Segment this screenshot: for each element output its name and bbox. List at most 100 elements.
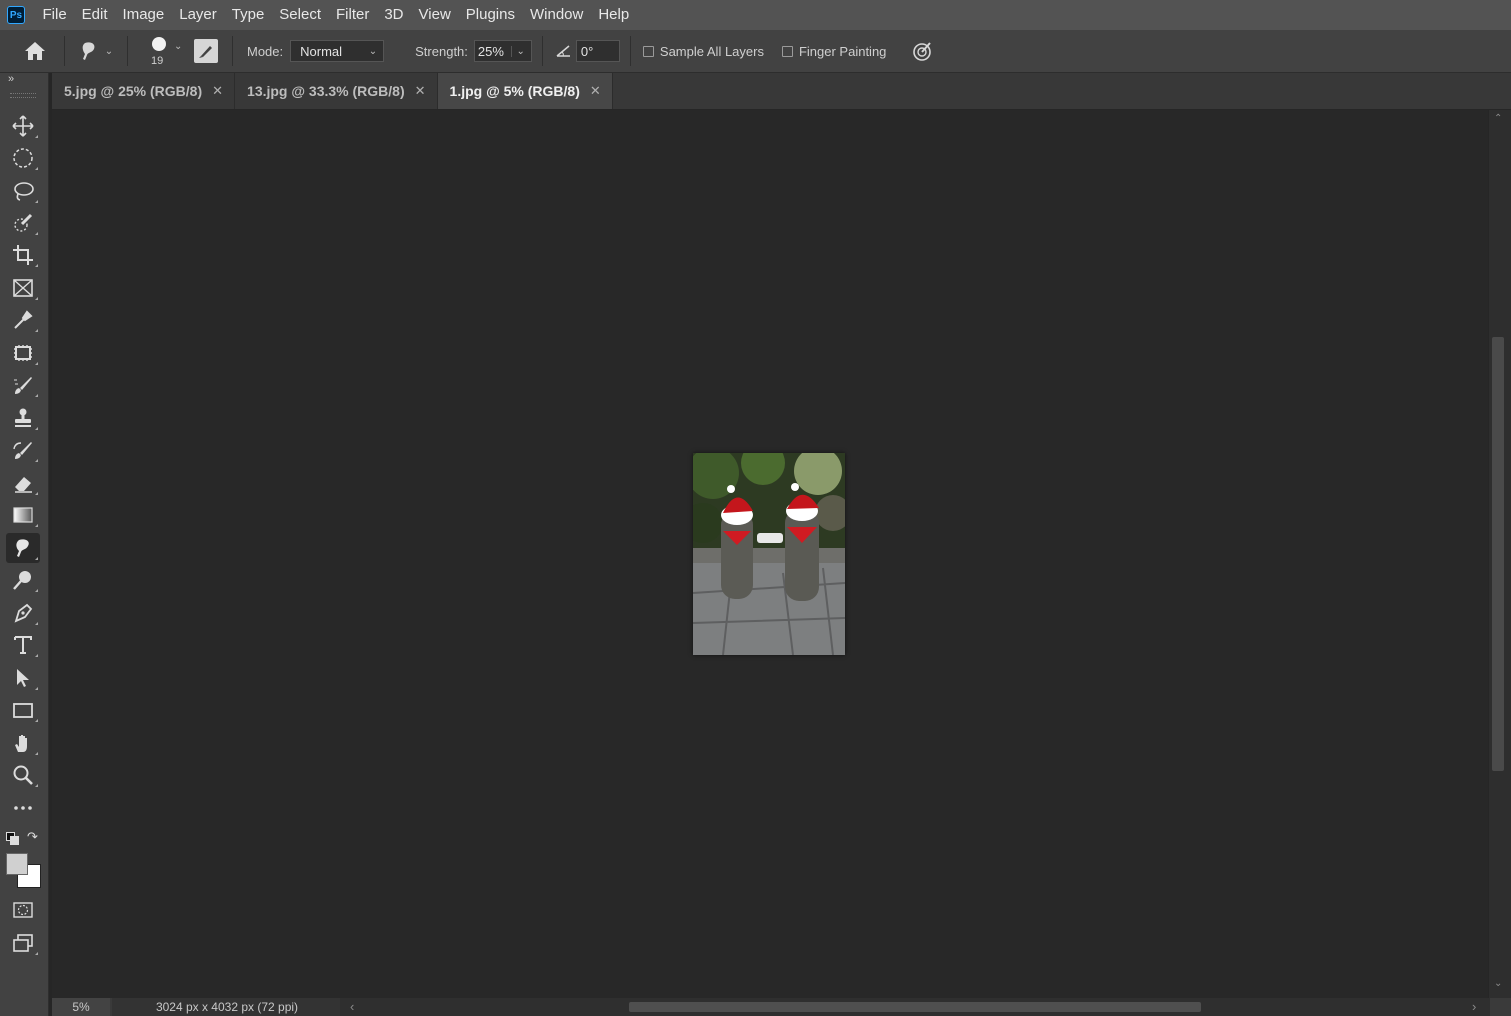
patch-tool[interactable] (6, 338, 40, 368)
panel-grip[interactable] (10, 93, 36, 98)
document-image[interactable] (693, 453, 845, 655)
eraser-icon (15, 477, 32, 493)
eraser-tool[interactable] (6, 468, 40, 498)
scroll-down-icon[interactable]: ⌄ (1494, 978, 1502, 989)
brush-tip-icon (152, 37, 166, 51)
lasso-icon (14, 182, 34, 201)
menu-plugins[interactable]: Plugins (458, 0, 522, 30)
separator (127, 36, 128, 66)
finger-painting-checkbox[interactable] (781, 45, 793, 57)
finger-painting-label[interactable]: Finger Painting (799, 44, 886, 59)
tool-preset-picker[interactable]: ⌄ (73, 36, 119, 66)
frame-tool[interactable] (6, 273, 40, 303)
move-icon (12, 115, 34, 137)
pen-icon (14, 603, 33, 623)
menu-image[interactable]: Image (115, 0, 172, 30)
rectangle-icon (13, 703, 33, 718)
smudge-preset-icon (82, 42, 95, 60)
close-icon[interactable]: ✕ (415, 83, 426, 99)
eyedropper-icon (14, 310, 33, 329)
hand-tool[interactable] (6, 728, 40, 758)
tab-label: 1.jpg @ 5% (RGB/8) (449, 83, 580, 99)
smudge-tool[interactable] (6, 533, 40, 563)
menu-bar: Ps File Edit Image Layer Type Select Fil… (0, 0, 1511, 30)
strength-input[interactable]: 25% ⌄ (473, 40, 532, 62)
brush-settings-toggle-icon[interactable] (194, 39, 218, 63)
document-tab-active[interactable]: 1.jpg @ 5% (RGB/8) ✕ (437, 73, 613, 109)
smudge-icon (16, 539, 29, 557)
quick-selection-tool[interactable] (6, 208, 40, 238)
menu-select[interactable]: Select (272, 0, 329, 30)
menu-file[interactable]: File (35, 0, 74, 30)
options-bar: ⌄ 19 ⌄ Mode: Normal ⌄ Strength: 25% ⌄ 0°… (0, 30, 1511, 73)
horizontal-scrollbar-thumb[interactable] (629, 1002, 1201, 1012)
menu-3d[interactable]: 3D (377, 0, 411, 30)
pressure-icon[interactable] (910, 39, 934, 63)
tab-label: 13.jpg @ 33.3% (RGB/8) (247, 83, 405, 99)
rectangle-tool[interactable] (6, 695, 40, 725)
angle-input[interactable]: 0° (575, 40, 620, 62)
screen-mode-button[interactable] (6, 928, 40, 958)
history-brush-icon (13, 442, 32, 459)
mode-label: Mode: (247, 43, 284, 59)
history-brush-tool[interactable] (6, 435, 40, 465)
pen-tool[interactable] (6, 598, 40, 628)
tools-panel: » ↷ (0, 73, 49, 1016)
crop-icon (13, 245, 33, 265)
gradient-tool[interactable] (6, 500, 40, 530)
menu-type[interactable]: Type (224, 0, 272, 30)
elliptical-marquee-icon (13, 148, 33, 168)
scroll-left-icon[interactable]: ‹ (350, 999, 354, 1014)
brush-picker[interactable]: 19 ⌄ (140, 31, 186, 71)
strength-value: 25% (477, 43, 504, 59)
screen-mode-icon (13, 934, 33, 952)
menu-window[interactable]: Window (522, 0, 590, 30)
menu-layer[interactable]: Layer (172, 0, 225, 30)
mode-value: Normal (300, 43, 343, 59)
brush-tool[interactable] (6, 370, 40, 400)
document-tab[interactable]: 5.jpg @ 25% (RGB/8) ✕ (52, 73, 236, 109)
scroll-right-icon[interactable]: › (1472, 999, 1476, 1014)
close-icon[interactable]: ✕ (212, 83, 223, 99)
document-tab-bar: 5.jpg @ 25% (RGB/8) ✕ 13.jpg @ 33.3% (RG… (52, 73, 1511, 109)
dodge-tool[interactable] (6, 565, 40, 595)
tab-label: 5.jpg @ 25% (RGB/8) (64, 83, 203, 99)
document-tab[interactable]: 13.jpg @ 33.3% (RGB/8) ✕ (235, 73, 438, 109)
lasso-tool[interactable] (6, 176, 40, 206)
eyedropper-tool[interactable] (6, 305, 40, 335)
default-colors-icon[interactable] (6, 832, 19, 845)
zoom-icon (13, 765, 33, 785)
angle-value: 0° (580, 43, 594, 59)
vertical-scrollbar-thumb[interactable] (1492, 337, 1504, 771)
home-icon[interactable] (18, 36, 52, 66)
sample-all-layers-checkbox[interactable] (642, 45, 654, 57)
scroll-up-icon[interactable]: ⌃ (1494, 113, 1502, 124)
mode-dropdown[interactable]: Normal ⌄ (290, 40, 385, 62)
menu-help[interactable]: Help (591, 0, 637, 30)
close-icon[interactable]: ✕ (590, 83, 601, 99)
clone-stamp-tool[interactable] (6, 403, 40, 433)
sample-all-layers-label[interactable]: Sample All Layers (660, 44, 764, 59)
more-tools-button[interactable] (6, 793, 40, 823)
zoom-level-field[interactable]: 5% (52, 998, 110, 1016)
quick-mask-button[interactable] (6, 895, 40, 925)
elliptical-marquee-tool[interactable] (6, 143, 40, 173)
strength-label: Strength: (415, 43, 468, 59)
move-tool[interactable] (6, 111, 40, 141)
menu-edit[interactable]: Edit (74, 0, 115, 30)
clone-stamp-icon (15, 408, 31, 427)
frame-icon (13, 279, 33, 297)
zoom-tool[interactable] (6, 760, 40, 790)
type-tool[interactable] (6, 630, 40, 660)
expand-panel-icon[interactable]: » (8, 73, 14, 85)
foreground-color-swatch[interactable] (6, 853, 28, 875)
menu-filter[interactable]: Filter (329, 0, 377, 30)
menu-view[interactable]: View (411, 0, 458, 30)
quick-selection-icon (14, 213, 33, 232)
photoshop-logo-icon: Ps (7, 6, 25, 24)
crop-tool[interactable] (6, 240, 40, 270)
path-selection-icon (17, 669, 29, 687)
separator (541, 36, 543, 66)
swap-colors-icon[interactable]: ↷ (27, 829, 38, 845)
path-selection-tool[interactable] (6, 663, 40, 693)
